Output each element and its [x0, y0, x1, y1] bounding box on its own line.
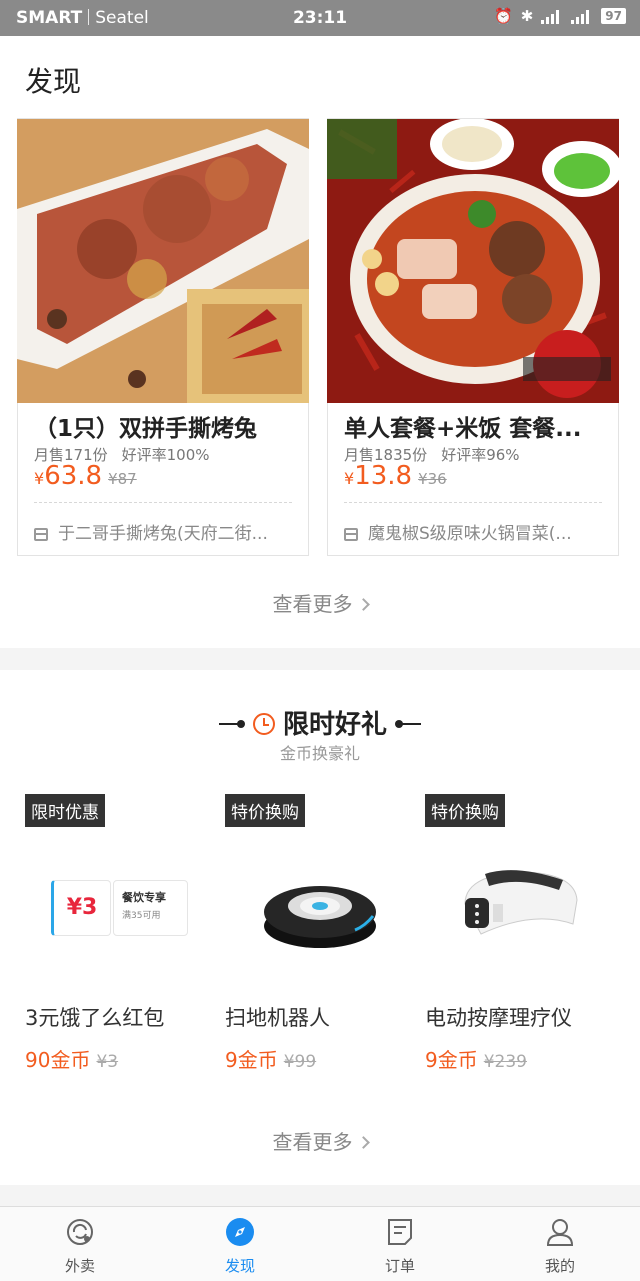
food-card[interactable]: （1只）双拼手撕烤兔 月售171份 好评率100% ¥63.8 ¥87 于二哥手撕烤…: [17, 118, 309, 556]
coupon-detail: 餐饮专享 满35可用: [113, 880, 188, 936]
rating: 好评率96%: [441, 446, 520, 464]
food-price: ¥13.8 ¥36: [344, 461, 447, 491]
food-name: （1只）双拼手撕烤兔: [34, 416, 258, 442]
gift-name: 电动按摩理疗仪: [425, 1006, 572, 1030]
gift-name: 3元饿了么红包: [25, 1006, 165, 1030]
bottom-tab-bar: 外卖 发现 订单 我的: [0, 1206, 640, 1281]
shop-link[interactable]: 魔鬼椒S级原味火锅冒菜(...: [344, 519, 606, 544]
discover-section: 发现 （1只）双拼手撕烤兔 月售171份 好评率100% ¥63.8 ¥87 于…: [0, 36, 640, 648]
bluetooth-icon: ✱: [520, 7, 534, 25]
robot-vacuum-image: [225, 834, 415, 984]
food-card[interactable]: 单人套餐+米饭 套餐... 月售1835份 好评率96% ¥13.8 ¥36 魔鬼椒…: [327, 118, 619, 556]
price-value: 13.8: [354, 461, 413, 491]
coupon-condition: 满35可用: [122, 911, 161, 921]
gift-coins: 90金币: [25, 1048, 91, 1072]
limited-gifts-section: 限时好礼 金币换豪礼 限时优惠 ¥3 餐饮专享 满35可用 3元饿了么红包 90…: [0, 670, 640, 1185]
tab-profile[interactable]: 我的: [480, 1207, 640, 1281]
tab-label: 我的: [544, 1257, 575, 1275]
gift-subtitle: 金币换豪礼: [279, 744, 360, 763]
original-price: ¥87: [108, 470, 137, 488]
coupon-image: ¥3 餐饮专享 满35可用: [25, 834, 215, 984]
original-price: ¥36: [418, 470, 447, 488]
price-value: 63.8: [44, 461, 103, 491]
status-icons: ⏰ ✱ 97: [494, 7, 626, 25]
tab-label: 订单: [384, 1257, 415, 1275]
chevron-right-icon: [356, 1136, 370, 1149]
shop-icon: [344, 528, 358, 541]
alarm-icon: ⏰: [494, 7, 513, 25]
gift-item[interactable]: 特价换购 扫地机器人 9金币 ¥99: [225, 794, 415, 1074]
coupon-title: 餐饮专享: [122, 891, 166, 904]
tab-takeout[interactable]: 外卖: [0, 1207, 160, 1281]
tab-discover[interactable]: 发现: [160, 1207, 320, 1281]
gift-name: 扫地机器人: [225, 1006, 330, 1030]
food-image-hotpot: [327, 119, 619, 403]
gift-tag: 限时优惠: [25, 794, 105, 827]
profile-icon: [546, 1219, 574, 1246]
food-name: 单人套餐+米饭 套餐...: [344, 416, 582, 442]
shop-name: 于二哥手撕烤兔(天府二街...: [58, 524, 268, 544]
signal-icon: [541, 8, 563, 24]
status-bar: SMART Seatel 23:11 ⏰ ✱ 97: [0, 0, 640, 36]
gift-original-price: ¥99: [283, 1052, 317, 1072]
see-more-label: 查看更多: [272, 592, 353, 616]
shop-name: 魔鬼椒S级原味火锅冒菜(...: [368, 524, 572, 544]
coupon-amount: ¥3: [51, 880, 111, 936]
compass-icon: [226, 1218, 254, 1246]
neck-massager-image: [425, 834, 615, 984]
page-title: 发现: [25, 65, 82, 98]
food-image-rabbit: [17, 119, 309, 403]
gift-item[interactable]: 限时优惠 ¥3 餐饮专享 满35可用 3元饿了么红包 90金币 ¥3: [25, 794, 215, 1074]
tab-label: 外卖: [64, 1257, 95, 1275]
alarm-clock-icon: [252, 713, 275, 735]
shop-icon: [34, 528, 48, 541]
gift-cost: 9金币 ¥239: [425, 1044, 527, 1073]
currency-symbol: ¥: [34, 469, 45, 488]
gift-item[interactable]: 特价换购 电动按摩理疗仪 9金币 ¥239: [425, 794, 615, 1074]
gift-original-price: ¥3: [96, 1052, 119, 1072]
title-decoration-left: [218, 720, 245, 728]
battery-icon: 97: [601, 8, 626, 24]
gift-cost: 90金币 ¥3: [25, 1044, 118, 1073]
gift-cost: 9金币 ¥99: [225, 1044, 316, 1073]
chevron-right-icon: [356, 598, 370, 611]
divider: [344, 502, 602, 503]
currency-symbol: ¥: [344, 469, 355, 488]
see-more-link[interactable]: 查看更多: [0, 1126, 640, 1155]
shop-link[interactable]: 于二哥手撕烤兔(天府二街...: [34, 519, 296, 544]
divider: [34, 502, 292, 503]
gift-original-price: ¥239: [483, 1052, 527, 1072]
tab-orders[interactable]: 订单: [320, 1207, 480, 1281]
gift-section-title: 限时好礼: [0, 704, 640, 741]
tab-label: 发现: [224, 1257, 255, 1275]
gift-title-text: 限时好礼: [282, 710, 387, 740]
order-icon: [388, 1219, 412, 1245]
takeout-icon: [67, 1219, 93, 1245]
see-more-link[interactable]: 查看更多: [0, 588, 640, 617]
gift-coins: 9金币: [425, 1048, 478, 1072]
gift-coins: 9金币: [225, 1048, 278, 1072]
title-decoration-right: [395, 720, 421, 728]
gift-tag: 特价换购: [425, 794, 505, 827]
see-more-label: 查看更多: [272, 1130, 353, 1154]
signal-4g-icon: [571, 8, 593, 24]
gift-tag: 特价换购: [225, 794, 305, 827]
food-price: ¥63.8 ¥87: [34, 461, 137, 491]
